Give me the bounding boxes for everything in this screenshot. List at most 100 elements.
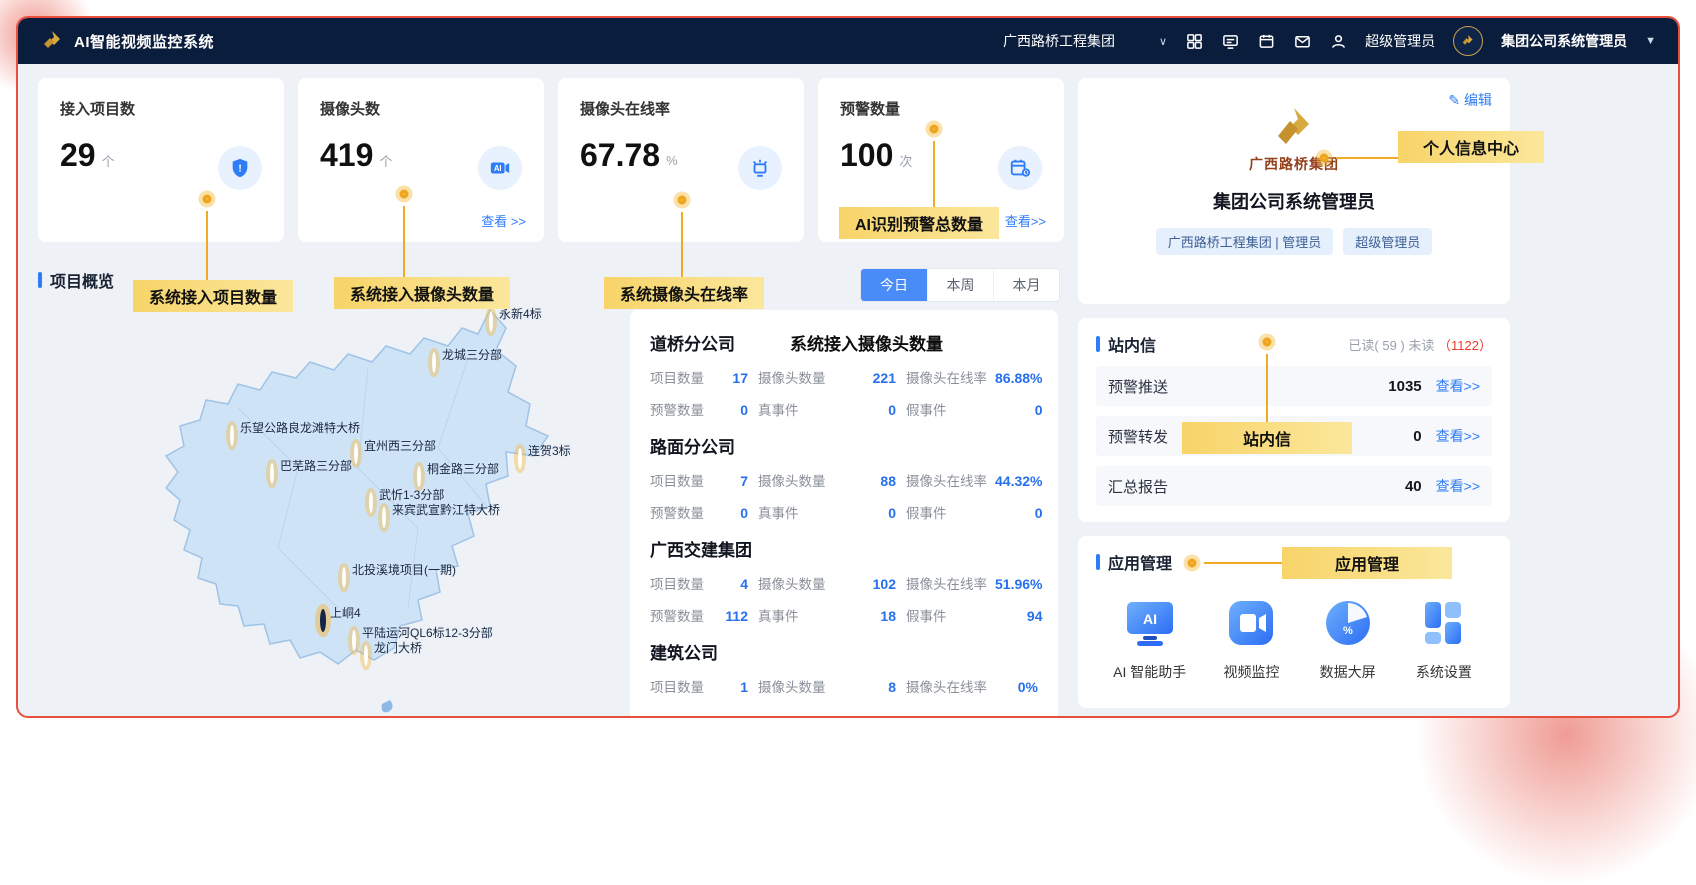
- annotation-line: [1204, 562, 1282, 564]
- org-section: 路面分公司 项目数量7 摄像头数量88 摄像头在线率44.32% 预警数量0 真…: [650, 433, 1038, 522]
- chevron-down-icon: ∨: [1159, 35, 1167, 48]
- message-row-label: 汇总报告: [1108, 476, 1168, 497]
- map-shape: [38, 308, 638, 718]
- message-row-count: 0: [1413, 428, 1421, 445]
- stat-card-projects: 接入项目数 29 个 !: [38, 78, 284, 242]
- overview-section-title: 项目概览: [38, 268, 114, 292]
- message-row-view-link[interactable]: 查看>>: [1436, 376, 1480, 396]
- annotation-app-management: 应用管理: [1282, 547, 1452, 579]
- stat-cell: 预警数量0: [650, 502, 748, 522]
- stat-cell: 摄像头在线率51.96%: [906, 573, 1042, 593]
- tab-today[interactable]: 今日: [861, 269, 927, 301]
- map-marker[interactable]: 永新4标: [489, 313, 493, 331]
- calendar-icon[interactable]: [1257, 32, 1275, 50]
- apps-grid-icon[interactable]: [1185, 32, 1203, 50]
- map-marker[interactable]: 武忻1-3分部: [369, 494, 373, 512]
- ai-assistant-icon: AI: [1119, 592, 1181, 654]
- annotation-donut-cameras: [400, 190, 409, 199]
- stat-cell: 摄像头数量102: [758, 573, 896, 593]
- org-name: 路面分公司: [650, 433, 1038, 458]
- app-label: AI 智能助手: [1113, 662, 1186, 682]
- app-data-screen[interactable]: % 数据大屏: [1317, 592, 1379, 682]
- app-ai-assistant[interactable]: AI AI 智能助手: [1113, 592, 1186, 682]
- stat-title: 接入项目数: [60, 98, 262, 119]
- app-label: 系统设置: [1413, 662, 1475, 682]
- stat-cell: 项目数量4: [650, 573, 748, 593]
- annotation-line: [1266, 354, 1268, 422]
- user-icon[interactable]: [1329, 32, 1347, 50]
- stat-cell: 预警数量0: [650, 399, 748, 419]
- stat-value: 67.78: [580, 137, 660, 174]
- current-user-label[interactable]: 集团公司系统管理员: [1501, 31, 1627, 51]
- tab-week[interactable]: 本周: [927, 269, 993, 301]
- province-map: 永新4标 龙城三分部 乐望公路良龙滩特大桥 宜州西三分部 巴芜路三分部 桐金路三…: [38, 308, 638, 718]
- stat-cell: 摄像头在线率86.88%: [906, 367, 1042, 387]
- role-label: 超级管理员: [1365, 31, 1435, 51]
- stat-cell: 真事件0: [758, 399, 896, 419]
- annotation-profile-center: 个人信息中心: [1398, 131, 1544, 163]
- stat-title: 摄像头数: [320, 98, 522, 119]
- map-marker[interactable]: 龙城三分部: [432, 354, 436, 372]
- map-marker[interactable]: 乐望公路良龙滩特大桥: [230, 427, 234, 445]
- map-marker[interactable]: 龙门大桥: [364, 647, 368, 665]
- annotation-donut-profile: [1320, 154, 1329, 163]
- org-select[interactable]: 广西路桥工程集团 ∨: [1003, 31, 1167, 51]
- stat-value: 29: [60, 137, 96, 174]
- edit-profile-link[interactable]: ✎ 编辑: [1448, 90, 1492, 110]
- map-marker[interactable]: 桐金路三分部: [417, 468, 421, 486]
- annotation-line: [403, 206, 405, 277]
- unread-count: （1122）: [1438, 338, 1492, 353]
- app-label: 数据大屏: [1317, 662, 1379, 682]
- map-marker[interactable]: 平陆运河QL6标12-3分部: [352, 632, 356, 650]
- stat-cell: 项目数量1: [650, 676, 748, 696]
- map-marker[interactable]: 宜州西三分部: [354, 445, 358, 463]
- stat-unit: 个: [379, 151, 392, 170]
- org-section: 建筑公司 项目数量1 摄像头数量8 摄像头在线率0%: [650, 639, 1038, 696]
- tab-month[interactable]: 本月: [993, 269, 1059, 301]
- user-menu-chevron-icon[interactable]: ▼: [1645, 35, 1656, 47]
- stat-unit: %: [666, 153, 678, 168]
- svg-text:AI: AI: [494, 164, 502, 173]
- unread-label: 未读: [1408, 338, 1434, 353]
- monitor-message-icon[interactable]: [1221, 32, 1239, 50]
- view-link[interactable]: 查看>>: [1005, 211, 1046, 230]
- annotation-line: [206, 211, 208, 280]
- stat-cell: 项目数量7: [650, 470, 748, 490]
- annotation-donut-apps: [1188, 559, 1197, 568]
- map-marker[interactable]: 北投溪境项目(一期): [342, 569, 346, 587]
- avatar[interactable]: [1453, 26, 1483, 56]
- system-settings-icon: [1413, 592, 1475, 654]
- org-role-tag: 广西路桥工程集团 | 管理员: [1156, 228, 1334, 255]
- app-system-settings[interactable]: 系统设置: [1413, 592, 1475, 682]
- message-row-view-link[interactable]: 查看>>: [1436, 426, 1480, 446]
- annotation-project-count: 系统接入项目数量: [133, 280, 293, 312]
- map-marker[interactable]: 连贺3标: [518, 450, 522, 468]
- org-name: 广西交建集团: [650, 536, 1038, 561]
- mail-icon[interactable]: [1293, 32, 1311, 50]
- app-title: AI智能视频监控系统: [74, 31, 214, 52]
- read-unread-status: 已读( 59 ) 未读 （1122）: [1348, 335, 1492, 354]
- annotation-camera-count: 系统接入摄像头数量: [334, 277, 510, 309]
- stat-cell: 摄像头数量221: [758, 367, 896, 387]
- message-row-view-link[interactable]: 查看>>: [1436, 476, 1480, 496]
- stat-cell: 项目数量17: [650, 367, 748, 387]
- org-select-value: 广西路桥工程集团: [1003, 31, 1115, 51]
- messages-title: 站内信: [1096, 332, 1156, 356]
- stat-cell: 真事件0: [758, 502, 896, 522]
- map-marker[interactable]: 上峒4: [320, 612, 326, 630]
- map-marker[interactable]: 巴芜路三分部: [270, 465, 274, 483]
- annotation-line: [933, 141, 935, 207]
- app-video-monitor[interactable]: 视频监控: [1220, 592, 1282, 682]
- app-label: 视频监控: [1220, 662, 1282, 682]
- annotation-donut-online-rate: [678, 196, 687, 205]
- map-marker[interactable]: 来宾武宣黔江特大桥: [382, 509, 386, 527]
- stat-unit: 次: [899, 151, 912, 170]
- company-emblem-icon: [1267, 106, 1321, 150]
- dashboard-frame: AI智能视频监控系统 广西路桥工程集团 ∨ 超级管理员: [16, 16, 1680, 718]
- data-screen-icon: %: [1317, 592, 1379, 654]
- stat-title: 预警数量: [840, 98, 1042, 119]
- stat-title: 摄像头在线率: [580, 98, 782, 119]
- view-link[interactable]: 查看 >>: [481, 211, 526, 230]
- stat-cell: 假事件94: [906, 605, 1042, 625]
- annotation-donut-messages: [1263, 338, 1272, 347]
